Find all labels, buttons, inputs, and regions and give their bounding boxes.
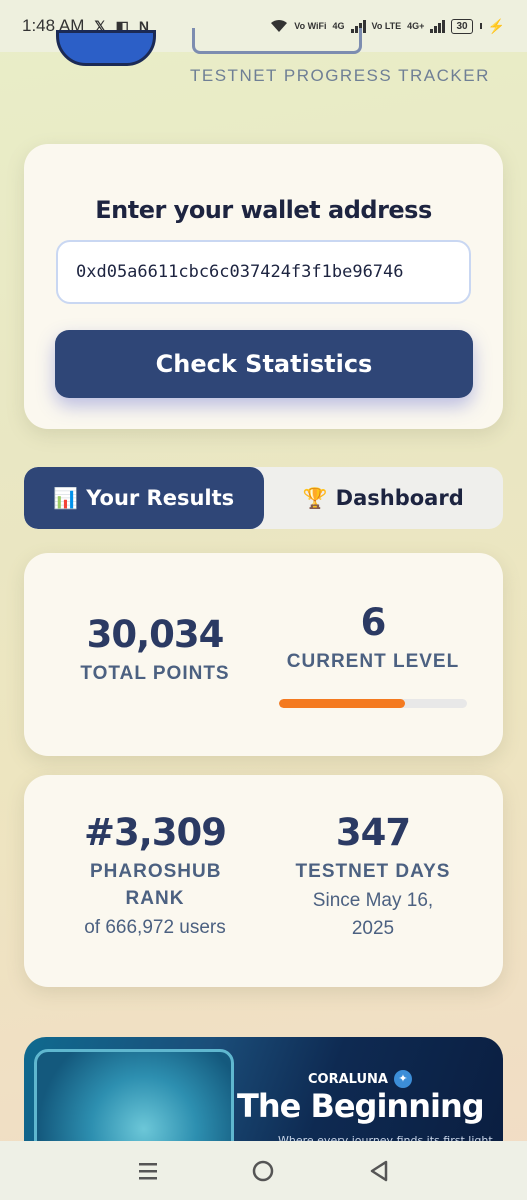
tab-label: Dashboard (335, 486, 464, 510)
battery-icon: 30 (451, 18, 473, 34)
signal-icon (430, 19, 446, 33)
results-tabs: 📊 Your Results 🏆 Dashboard (24, 467, 503, 529)
banner-title: The Beginning (237, 1087, 485, 1125)
testnet-days-label: TESTNET DAYS (295, 861, 451, 882)
rank-stat: #3,309 PHAROSHUB RANK of 666,972 users (50, 811, 260, 942)
total-points-value: 30,034 (86, 613, 225, 656)
testnet-days-sub: Since May 16, 2025 (312, 890, 434, 939)
recents-button[interactable] (128, 1151, 168, 1191)
home-button[interactable] (243, 1151, 283, 1191)
coral-icon: ✦ (393, 1070, 412, 1088)
check-statistics-button[interactable]: Check Statistics (55, 330, 473, 398)
testnet-days-value: 347 (335, 811, 411, 854)
tab-label: Your Results (86, 486, 235, 510)
tab-dashboard[interactable]: 🏆 Dashboard (264, 467, 504, 529)
system-nav-bar (0, 1141, 527, 1200)
level-progress-fill (279, 699, 405, 708)
logo-mascot (56, 30, 156, 66)
points-level-card: 30,034 TOTAL POINTS 6 CURRENT LEVEL (24, 553, 503, 756)
home-icon (253, 1160, 274, 1181)
wallet-card: Enter your wallet address 0xd05a6611cbc6… (24, 144, 503, 429)
current-level-value: 6 (360, 601, 387, 644)
wallet-title: Enter your wallet address (95, 196, 432, 224)
rank-value: #3,309 (83, 811, 227, 854)
logo-wordmark (192, 28, 362, 54)
recents-icon (138, 1162, 157, 1179)
rank-sub: of 666,972 users (84, 917, 226, 938)
trophy-icon: 🏆 (302, 486, 328, 510)
rank-label: PHAROSHUB RANK (90, 861, 222, 909)
status-net-label: Vo LTE (371, 21, 402, 31)
banner-brand-name: CORALUNA (308, 1071, 388, 1087)
current-level-stat: 6 CURRENT LEVEL (268, 601, 478, 675)
total-points-label: TOTAL POINTS (80, 663, 230, 684)
banner-brand: CORALUNA ✦ (308, 1070, 412, 1088)
bar-chart-icon: 📊 (53, 486, 79, 510)
wallet-address-input[interactable]: 0xd05a6611cbc6c037424f3f1be96746 (56, 240, 471, 304)
header-subtitle: TESTNET PROGRESS TRACKER (190, 66, 490, 85)
rank-days-card: #3,309 PHAROSHUB RANK of 666,972 users 3… (24, 775, 503, 987)
back-icon (370, 1160, 388, 1181)
total-points-stat: 30,034 TOTAL POINTS (50, 613, 260, 687)
battery-level: 30 (456, 20, 468, 32)
current-level-label: CURRENT LEVEL (286, 651, 460, 672)
back-button[interactable] (359, 1151, 399, 1191)
charging-icon: ⚡ (487, 17, 505, 34)
tab-your-results[interactable]: 📊 Your Results (24, 467, 264, 529)
level-progress-bar (279, 699, 467, 708)
testnet-days-stat: 347 TESTNET DAYS Since May 16, 2025 (268, 811, 478, 943)
status-net-label: 4G+ (407, 21, 425, 31)
battery-tip (479, 23, 482, 29)
